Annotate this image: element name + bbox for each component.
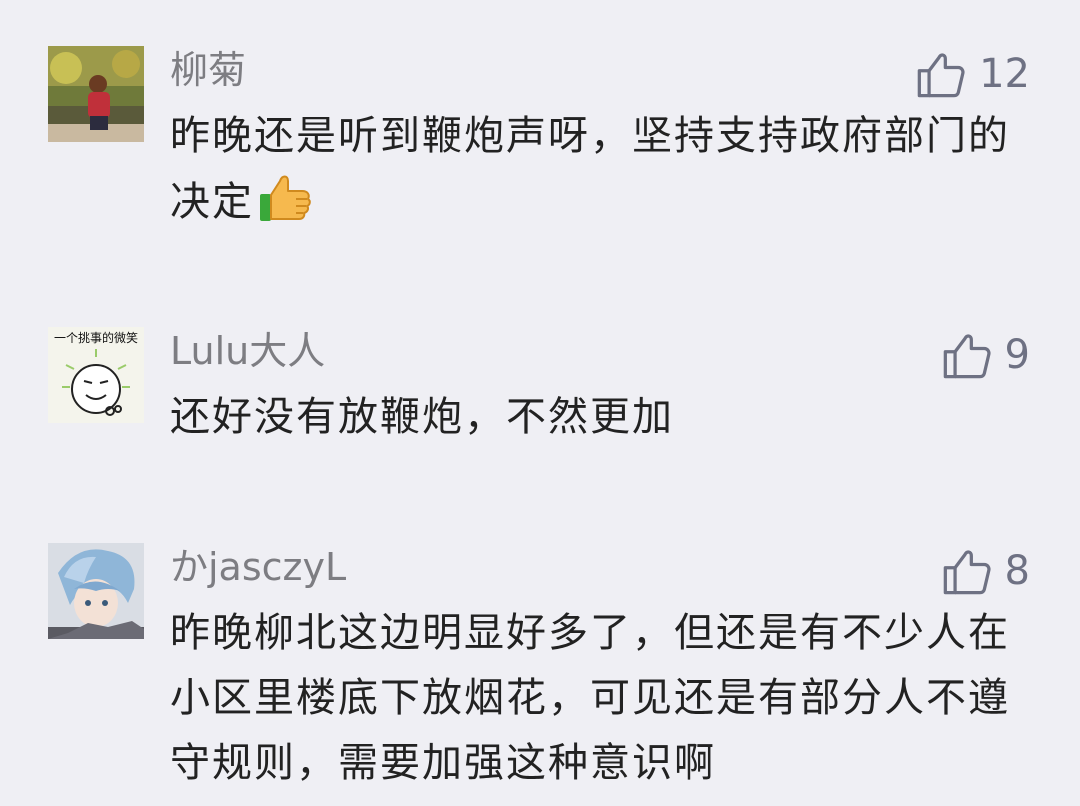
nickname[interactable]: かjasczyL: [170, 543, 346, 591]
nickname[interactable]: Lulu大人: [170, 327, 325, 375]
thumbs-up-outline-icon[interactable]: [941, 329, 993, 381]
comment-text: 还好没有放鞭炮，不然更加: [170, 394, 674, 440]
like-button[interactable]: 8: [941, 543, 1030, 599]
comment-content: 还好没有放鞭炮，不然更加: [170, 385, 1030, 450]
nickname[interactable]: 柳菊: [170, 46, 246, 94]
comment-content: 昨晚还是听到鞭炮声呀，坚持支持政府部门的决定: [170, 104, 1030, 245]
thumbs-up-outline-icon[interactable]: [941, 545, 993, 597]
thumbs-up-outline-icon[interactable]: [915, 48, 967, 100]
like-count: 8: [1004, 548, 1030, 594]
like-button[interactable]: 9: [941, 327, 1030, 383]
like-count: 9: [1004, 332, 1030, 378]
avatar[interactable]: [48, 543, 144, 639]
thumbs-up-emoji-icon: [258, 169, 314, 245]
comment-content: 昨晚柳北这边明显好多了，但还是有不少人在小区里楼底下放烟花，可见还是有部分人不遵…: [170, 601, 1030, 796]
avatar-photo: 一个挑事的微笑: [48, 327, 144, 423]
like-button[interactable]: 12: [915, 46, 1030, 102]
avatar-photo: [48, 543, 144, 639]
avatar[interactable]: [48, 46, 144, 142]
avatar[interactable]: 一个挑事的微笑: [48, 327, 144, 423]
avatar-caption: 一个挑事的微笑: [54, 330, 138, 345]
avatar-photo: [48, 46, 144, 142]
like-count: 12: [979, 51, 1030, 97]
comment-text: 昨晚柳北这边明显好多了，但还是有不少人在小区里楼底下放烟花，可见还是有部分人不遵…: [170, 610, 1010, 786]
comment-list: 柳菊 12 昨晚还是听到鞭炮声呀，坚持支持政府部门的决定 一个挑事的微笑 Lul…: [0, 0, 1080, 806]
